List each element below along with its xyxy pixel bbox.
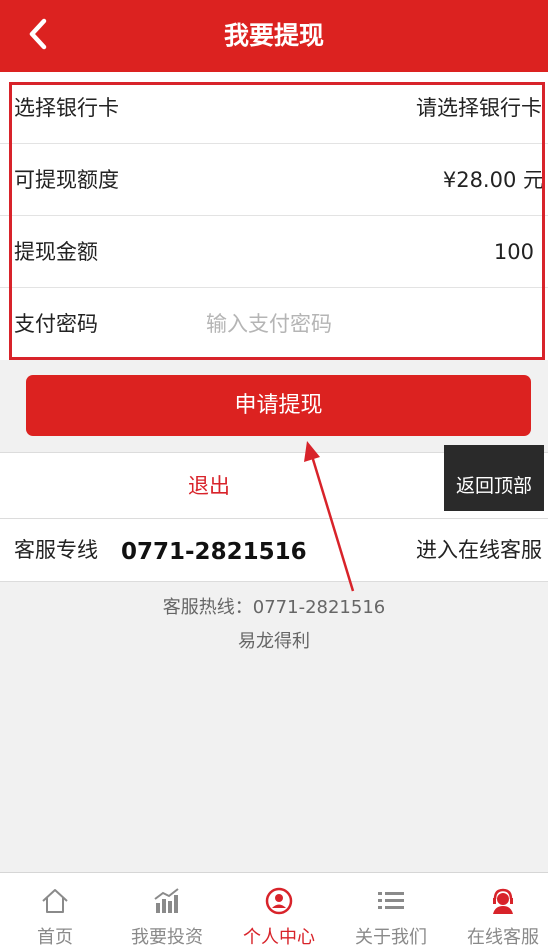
apply-withdraw-button[interactable]: 申请提现 bbox=[26, 375, 531, 436]
service-row: 客服专线 0771-2821516 进入在线客服 bbox=[0, 519, 548, 582]
back-to-top-button[interactable]: 返回顶部 bbox=[444, 445, 544, 511]
page-title: 我要提现 bbox=[223, 21, 324, 50]
tab-about-label: 关于我们 bbox=[355, 927, 427, 948]
support-icon bbox=[493, 888, 513, 914]
home-icon bbox=[42, 889, 68, 913]
highlight-box bbox=[9, 82, 545, 360]
tab-invest[interactable]: 我要投资 bbox=[112, 873, 222, 949]
logout-button[interactable]: 退出 bbox=[188, 453, 230, 520]
company-name: 易龙得利 bbox=[238, 631, 310, 652]
user-icon bbox=[265, 887, 293, 915]
tab-personal-center-label: 个人中心 bbox=[243, 927, 315, 948]
tab-online-service-label: 在线客服 bbox=[467, 927, 539, 948]
chart-icon bbox=[154, 888, 179, 913]
service-line-label: 客服专线 bbox=[14, 538, 98, 562]
tab-about[interactable]: 关于我们 bbox=[336, 873, 446, 949]
tab-home-label: 首页 bbox=[37, 927, 73, 948]
bottom-tab-bar: 首页 我要投资 个人中心 关于我们 在线客服 bbox=[0, 872, 548, 949]
online-service-link[interactable]: 进入在线客服 bbox=[416, 519, 542, 581]
service-phone[interactable]: 0771-2821516 bbox=[121, 521, 307, 583]
list-icon bbox=[378, 892, 404, 909]
tab-online-service[interactable]: 在线客服 bbox=[448, 873, 548, 949]
tab-home[interactable]: 首页 bbox=[0, 873, 110, 949]
footer-info: 客服热线：0771-2821516 易龙得利 bbox=[0, 593, 548, 661]
tab-invest-label: 我要投资 bbox=[131, 927, 203, 948]
hotline-text: 客服热线：0771-2821516 bbox=[162, 597, 386, 618]
app-header: 我要提现 bbox=[0, 0, 548, 72]
tab-personal-center[interactable]: 个人中心 bbox=[224, 873, 334, 949]
withdraw-form: 选择银行卡 请选择银行卡 可提现额度 ¥28.00 元 提现金额 100 支付密… bbox=[0, 72, 548, 360]
